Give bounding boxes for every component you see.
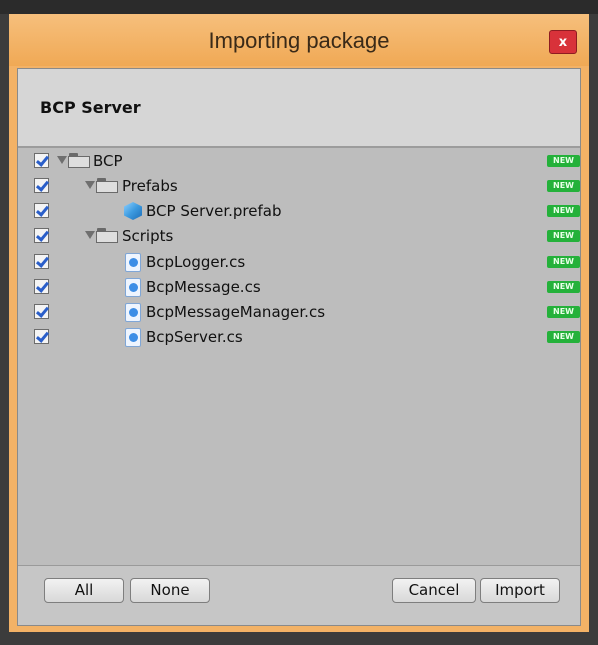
tree-row-prefabs[interactable]: Prefabs NEW [18,174,580,199]
tree-label-bcpserver: BcpServer.cs [146,328,243,346]
expand-arrow-icon[interactable] [57,156,67,164]
checkbox-scripts[interactable] [34,228,49,243]
tree-row-bcplogger[interactable]: BcpLogger.cs NEW [18,250,580,275]
tree-row-bcpmessage[interactable]: BcpMessage.cs NEW [18,275,580,300]
new-badge: NEW [547,155,580,167]
csharp-script-icon [125,303,141,322]
csharp-script-icon [125,328,141,347]
dialog-footer: All None Cancel Import [18,565,580,625]
checkbox-bcpserver[interactable] [34,329,49,344]
tree-label-bcp: BCP [93,152,123,170]
tree-label-bcpmessage: BcpMessage.cs [146,278,261,296]
csharp-script-icon [125,278,141,297]
background [0,0,598,14]
checkbox-bcp-server-prefab[interactable] [34,203,49,218]
tree-row-bcp[interactable]: BCP NEW [18,149,580,174]
new-badge: NEW [547,230,580,242]
expand-arrow-icon[interactable] [85,181,95,189]
folder-icon [96,228,118,243]
new-badge: NEW [547,331,580,343]
expand-arrow-icon[interactable] [85,231,95,239]
folder-icon [96,178,118,193]
title-bar[interactable]: Importing package x [9,14,589,66]
package-name: BCP Server [40,98,141,117]
new-badge: NEW [547,205,580,217]
none-button[interactable]: None [130,578,210,603]
tree-label-bcpmessagemanager: BcpMessageManager.cs [146,303,326,321]
dialog-content: BCP Server BCP NEW Prefabs NEW BCP Serve… [17,68,581,626]
cancel-button[interactable]: Cancel [392,578,476,603]
new-badge: NEW [547,281,580,293]
checkbox-bcplogger[interactable] [34,254,49,269]
csharp-script-icon [125,253,141,272]
tree-label-bcp-server-prefab: BCP Server.prefab [146,202,282,220]
folder-icon [68,153,90,168]
tree-label-scripts: Scripts [122,227,174,245]
close-button[interactable]: x [549,30,577,54]
tree-row-bcpmessagemanager[interactable]: BcpMessageManager.cs NEW [18,300,580,325]
import-button[interactable]: Import [480,578,560,603]
prefab-cube-icon [124,202,142,220]
window-title: Importing package [208,28,390,53]
new-badge: NEW [547,306,580,318]
import-package-dialog: Importing package x BCP Server BCP NEW P… [9,14,589,632]
checkbox-bcpmessagemanager[interactable] [34,304,49,319]
tree-row-bcp-server-prefab[interactable]: BCP Server.prefab NEW [18,199,580,224]
checkbox-bcpmessage[interactable] [34,279,49,294]
all-button[interactable]: All [44,578,124,603]
tree-label-bcplogger: BcpLogger.cs [146,253,246,271]
tree-row-bcpserver[interactable]: BcpServer.cs NEW [18,325,580,350]
tree-label-prefabs: Prefabs [122,177,178,195]
checkbox-bcp[interactable] [34,153,49,168]
package-header: BCP Server [18,69,580,148]
new-badge: NEW [547,180,580,192]
checkbox-prefabs[interactable] [34,178,49,193]
tree-row-scripts[interactable]: Scripts NEW [18,224,580,249]
new-badge: NEW [547,256,580,268]
